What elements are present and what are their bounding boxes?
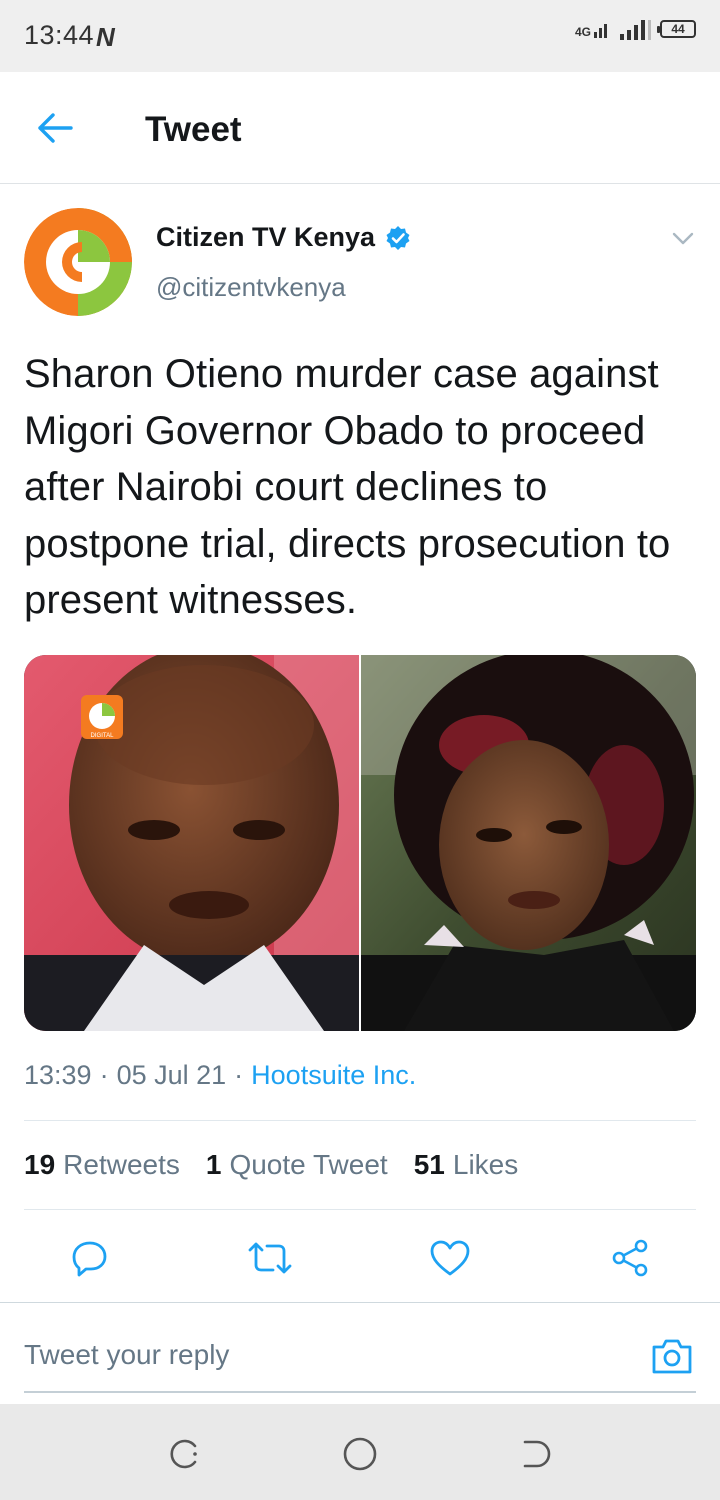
tweet-source-link[interactable]: Hootsuite Inc. — [251, 1060, 416, 1091]
battery-level: 44 — [671, 22, 685, 36]
retweets-count: 19 — [24, 1149, 56, 1180]
meta-separator: · — [99, 1060, 109, 1090]
chevron-down-icon — [672, 232, 694, 245]
recents-button[interactable] — [164, 1434, 204, 1474]
system-nav-bar — [0, 1404, 720, 1500]
retweets-stat[interactable]: 19 Retweets — [24, 1149, 180, 1181]
reply-input[interactable]: Tweet your reply — [24, 1339, 229, 1371]
tweet-date: 05 Jul 21 — [116, 1060, 227, 1090]
citizen-tv-logo — [24, 208, 132, 316]
quotes-stat[interactable]: 1 Quote Tweet — [206, 1149, 388, 1181]
tweet-time: 13:39 — [24, 1060, 92, 1090]
network-type-icon: 4G — [575, 20, 610, 38]
author-handle[interactable]: @citizentvkenya — [156, 272, 346, 303]
heart-icon — [430, 1240, 470, 1276]
reply-icon — [72, 1241, 107, 1277]
reply-composer[interactable]: Tweet your reply — [0, 1302, 720, 1402]
likes-label: Likes — [452, 1149, 519, 1180]
retweet-button[interactable] — [246, 1234, 294, 1282]
status-indicators: 4G 44 — [575, 18, 696, 40]
author-name[interactable]: Citizen TV Kenya — [156, 222, 375, 253]
tweet-actions — [0, 1228, 720, 1288]
arrow-left-icon — [38, 113, 73, 143]
author-avatar[interactable] — [24, 208, 132, 316]
author-name-row: Citizen TV Kenya — [156, 222, 411, 253]
camera-icon — [652, 1339, 692, 1374]
carrier-icon: N — [96, 22, 115, 52]
nav-back-icon — [523, 1440, 551, 1468]
reply-underline — [24, 1391, 696, 1393]
share-button[interactable] — [606, 1234, 654, 1282]
page-title: Tweet — [145, 110, 242, 149]
tweet-options-button[interactable] — [668, 226, 698, 252]
divider — [24, 1209, 696, 1210]
retweets-label: Retweets — [63, 1149, 180, 1180]
tweet-text: Sharon Otieno murder case against Migori… — [24, 352, 671, 622]
tweet-media-image[interactable]: DIGITAL — [24, 655, 696, 1031]
media-photo: DIGITAL — [24, 655, 696, 1031]
home-button[interactable] — [340, 1434, 380, 1474]
retweet-icon — [248, 1242, 292, 1274]
divider — [24, 1120, 696, 1121]
quotes-label: Quote Tweet — [229, 1149, 388, 1180]
media-logo-label: DIGITAL — [91, 733, 115, 739]
tweet-metadata: 13:39 · 05 Jul 21 · Hootsuite Inc. — [24, 1060, 416, 1091]
tweet-stats: 19 Retweets 1 Quote Tweet 51 Likes — [24, 1149, 518, 1181]
signal-icon — [620, 20, 651, 40]
like-button[interactable] — [426, 1234, 474, 1282]
camera-button[interactable] — [648, 1333, 696, 1379]
likes-stat[interactable]: 51 Likes — [414, 1149, 519, 1181]
home-circle-icon — [343, 1437, 377, 1471]
status-bar: 13:44 N 4G 44 — [0, 0, 720, 72]
likes-count: 51 — [413, 1149, 445, 1180]
share-icon — [612, 1239, 648, 1277]
meta-separator: · — [234, 1060, 244, 1090]
status-time: 13:44 — [24, 20, 95, 50]
nav-back-button[interactable] — [516, 1434, 556, 1474]
battery-icon: 44 — [657, 20, 696, 38]
tweet-header-bar: Tweet — [0, 72, 720, 184]
reply-button[interactable] — [66, 1234, 114, 1282]
recents-icon — [170, 1439, 197, 1469]
verified-badge-icon — [386, 225, 410, 250]
quotes-count: 1 — [205, 1149, 222, 1180]
back-button[interactable] — [30, 106, 80, 150]
